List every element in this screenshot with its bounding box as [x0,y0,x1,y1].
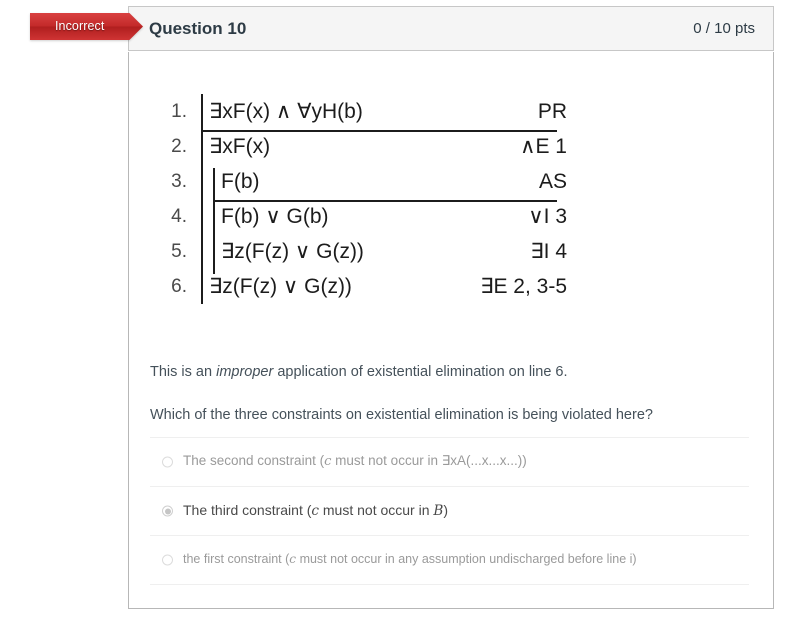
answer-text-tail: ) [443,502,449,518]
proof-formula: ∃z(F(z) ∨ G(z)) [209,275,352,298]
proof-line-number: 2. [171,136,187,157]
question-card: Question 10 0 / 10 pts 1. ∃xF(x) ∧ ∀yH(b… [128,6,774,609]
radio-button-icon[interactable] [162,554,173,566]
proof-row: 3. F(b) AS [157,164,567,199]
proof-formula: F(b) [221,170,260,193]
proof-justification: ∃I 4 [530,240,567,263]
result-status-banner: Incorrect [30,13,143,40]
proof-justification: ∧E 1 [520,135,567,158]
proof-line-number: 5. [171,241,187,262]
prompt-emphasis: improper [216,364,274,380]
banner-label: Incorrect [54,19,105,33]
answer-option-label: The second constraint (c must not occur … [183,452,527,471]
prompt-line-1: This is an improper application of exist… [150,362,749,383]
answer-text-before: The third constraint ( [183,502,312,518]
proof-justification: ∃E 2, 3-5 [480,275,567,298]
radio-button-icon[interactable] [162,456,173,468]
answer-text-before: the first constraint ( [183,552,290,567]
prompt-line-2: Which of the three constraints on existe… [150,407,653,424]
proof-formula: ∃xF(x) [209,135,271,158]
question-title: Question 10 [149,18,247,38]
question-header: Question 10 0 / 10 pts [128,6,774,51]
answer-option[interactable]: The second constraint (c must not occur … [150,437,749,486]
answer-option-selected[interactable]: The third constraint (c must not occur i… [150,486,749,535]
answer-option[interactable]: the first constraint (c must not occur i… [150,535,749,585]
proof-justification: PR [537,100,567,123]
proof-row: 5. ∃z(F(z) ∨ G(z)) ∃I 4 [157,234,567,269]
proof-formula: ∃z(F(z) ∨ G(z)) [221,240,364,263]
question-prompt: This is an improper application of exist… [150,362,749,426]
constant-symbol: c [311,503,319,519]
answer-text-after: must not occur in ∃xA(...x...x...)) [331,453,527,469]
answer-text-after: must not occur in any assumption undisch… [296,552,637,567]
proof-row: 2. ∃xF(x) ∧E 1 [157,129,567,164]
proof-line-number: 4. [171,206,187,227]
answer-text-before: The second constraint ( [183,453,325,469]
proof-line-number: 3. [171,171,187,192]
question-points: 0 / 10 pts [693,20,755,37]
proof-line-number: 6. [171,276,187,297]
proof-formula: F(b) ∨ G(b) [221,205,329,228]
formula-symbol: B [433,503,444,519]
proof-row: 6. ∃z(F(z) ∨ G(z)) ∃E 2, 3-5 [157,269,567,304]
answer-option-label: The third constraint (c must not occur i… [183,501,448,521]
proof-line-number: 1. [171,101,187,122]
question-body: 1. ∃xF(x) ∧ ∀yH(b) PR 2. ∃xF(x) ∧E 1 3. … [128,52,774,609]
proof-derivation: 1. ∃xF(x) ∧ ∀yH(b) PR 2. ∃xF(x) ∧E 1 3. … [157,94,567,304]
proof-justification: ∨I 3 [528,205,567,228]
answer-options-list: The second constraint ( c must not occur … [150,437,749,585]
proof-row: 4. F(b) ∨ G(b) ∨I 3 [157,199,567,234]
radio-button-selected-icon[interactable] [162,505,173,517]
answer-option-label: the first constraint (c must not occur i… [183,551,637,569]
answer-text-after: must not occur in [319,502,434,518]
prompt-text-before: This is an [150,364,217,380]
proof-formula: ∃xF(x) ∧ ∀yH(b) [209,100,363,123]
prompt-text-after: application of existential elimination o… [273,364,568,380]
proof-row: 1. ∃xF(x) ∧ ∀yH(b) PR [157,94,567,129]
proof-justification: AS [538,170,567,193]
